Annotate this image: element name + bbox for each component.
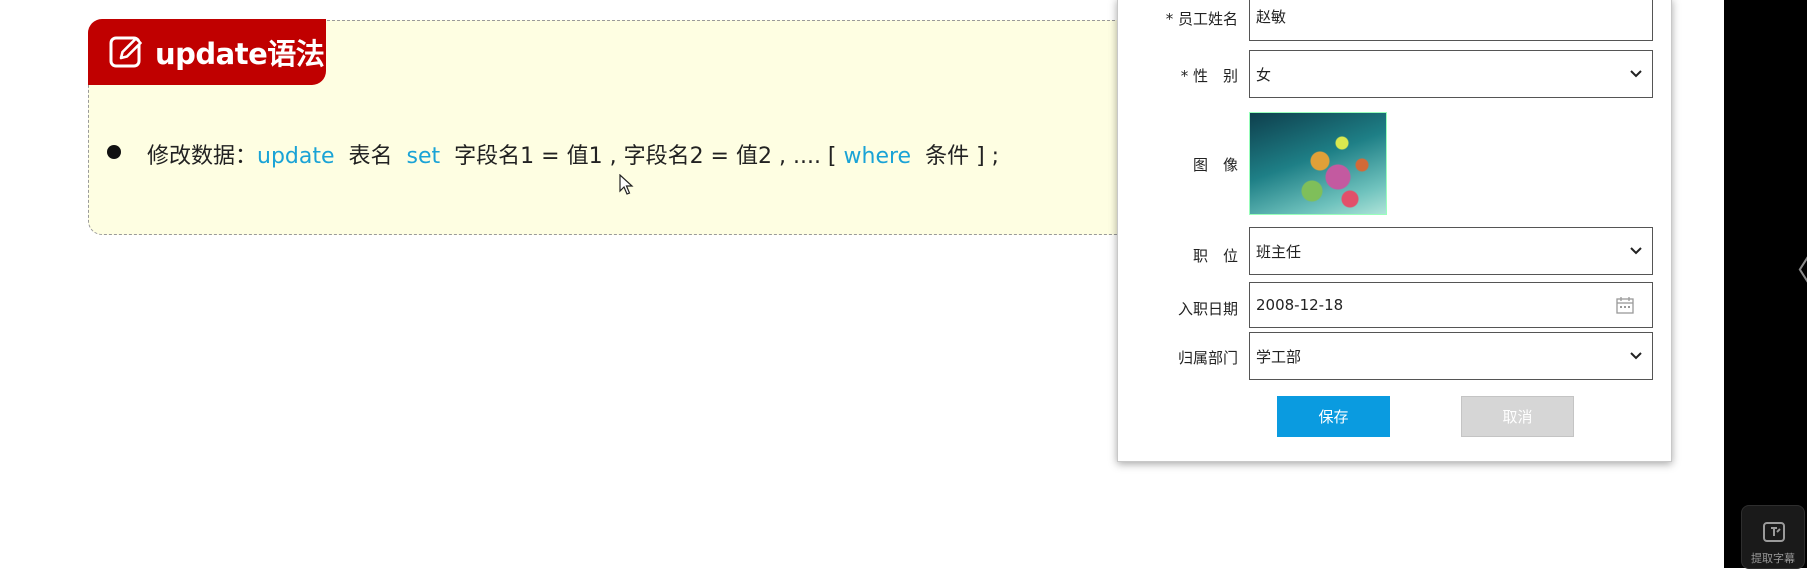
image-label: 图 像 xyxy=(1192,156,1238,174)
position-value: 班主任 xyxy=(1256,242,1302,261)
name-label: * 员工姓名 xyxy=(1165,10,1238,28)
position-select[interactable]: 班主任 xyxy=(1249,227,1653,275)
syntax-condition: 条件 ] ; xyxy=(925,144,1000,169)
keyword-set: set xyxy=(406,144,441,169)
mouse-cursor-icon xyxy=(619,174,634,195)
gender-value: 女 xyxy=(1256,65,1272,84)
chevron-down-icon xyxy=(1630,70,1642,78)
name-input[interactable]: 赵敏 xyxy=(1249,0,1653,41)
save-button[interactable]: 保存 xyxy=(1277,396,1390,437)
cancel-button[interactable]: 取消 xyxy=(1461,396,1574,437)
edit-icon xyxy=(109,36,142,68)
gender-label: * 性 别 xyxy=(1180,67,1238,85)
extract-subtitles-button[interactable]: 提取字幕 xyxy=(1741,505,1805,569)
syntax-assignments: 字段名1 = 值1 , 字段名2 = 值2 , .... [ xyxy=(454,144,837,169)
department-label: 归属部门 xyxy=(1177,349,1238,367)
syntax-line: 修改数据：update 表名 set 字段名1 = 值1 , 字段名2 = 值2 , … xyxy=(147,138,999,170)
slide-title-tab: update语法 xyxy=(88,19,326,85)
position-label: 职 位 xyxy=(1192,247,1238,265)
chevron-down-icon xyxy=(1630,247,1642,255)
gender-select[interactable]: 女 xyxy=(1249,50,1653,98)
collapse-chevron-icon[interactable]: 〈 xyxy=(1781,246,1807,290)
syntax-prefix: 修改数据： xyxy=(147,144,258,169)
extract-subtitles-label: 提取字幕 xyxy=(1751,552,1795,565)
entry-date-input[interactable]: 2008-12-18 xyxy=(1249,282,1653,328)
extract-subtitles-icon xyxy=(1763,522,1785,542)
entry-date-value: 2008-12-18 xyxy=(1256,296,1344,314)
entry-date-label: 入职日期 xyxy=(1177,300,1238,318)
slide-title: update语法 xyxy=(155,37,325,71)
bullet-icon xyxy=(107,145,121,159)
calendar-icon[interactable] xyxy=(1616,297,1634,314)
chevron-down-icon xyxy=(1630,352,1642,360)
edit-employee-dialog: * 员工姓名 赵敏 * 性 别 女 图 像 职 位 班主任 入职日期 2008-… xyxy=(1117,0,1672,462)
department-select[interactable]: 学工部 xyxy=(1249,332,1653,380)
employee-photo[interactable] xyxy=(1249,112,1387,215)
keyword-where: where xyxy=(843,144,912,169)
keyword-update: update xyxy=(257,144,335,169)
syntax-table: 表名 xyxy=(348,144,393,169)
department-value: 学工部 xyxy=(1256,347,1302,366)
